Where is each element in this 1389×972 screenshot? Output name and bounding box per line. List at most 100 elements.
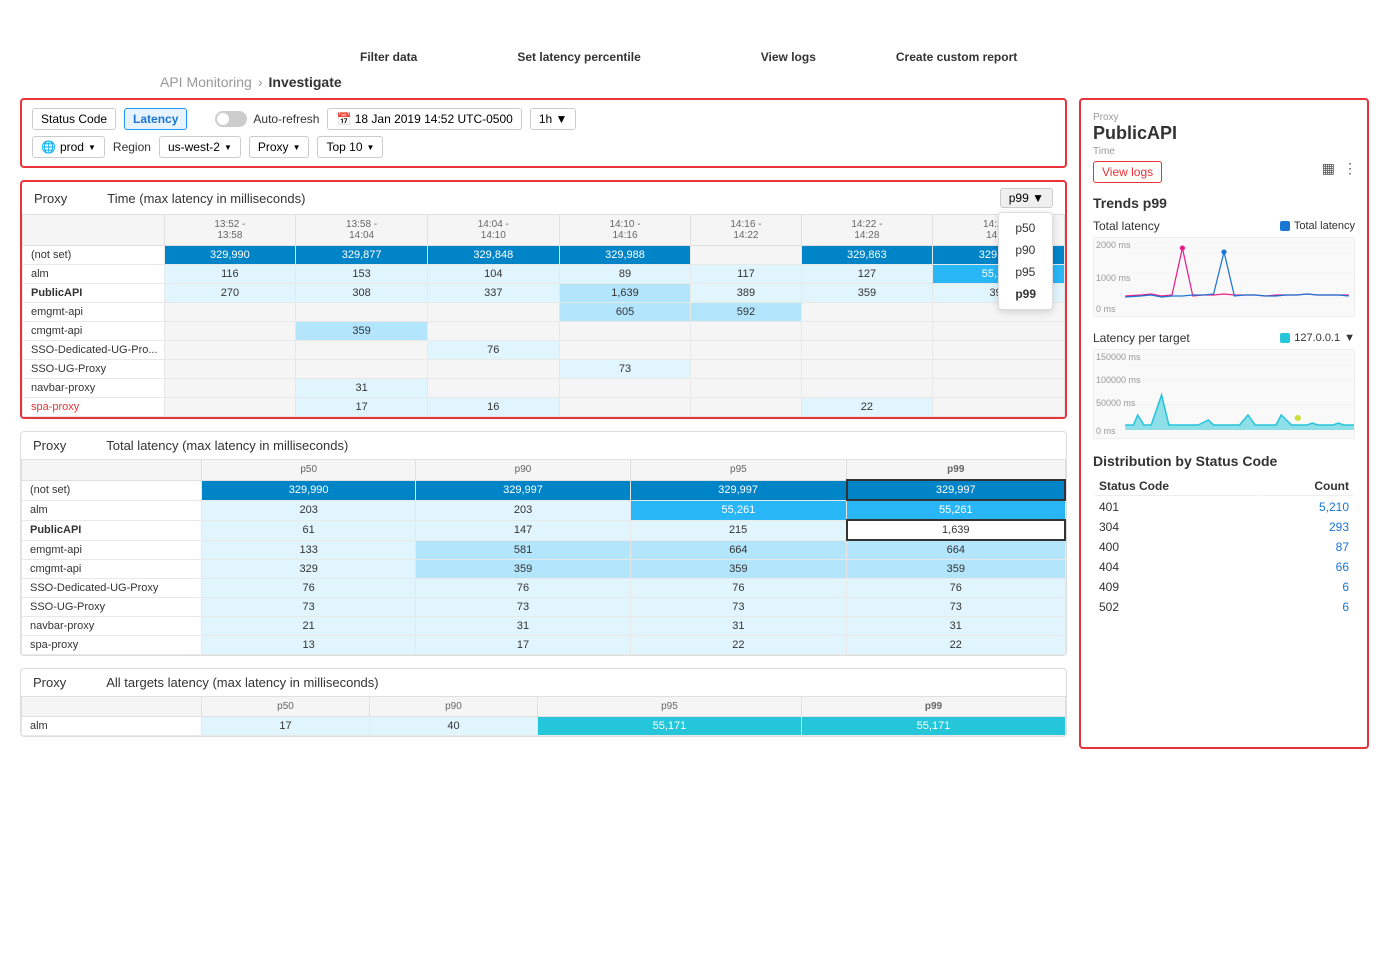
time-latency-table: 13:52 -13:58 13:58 -14:04 14:04 -14:10 1… [22, 214, 1065, 417]
target-dropdown-arrow[interactable]: ▼ [1344, 332, 1355, 344]
table-cell: 133 [202, 540, 416, 560]
table-row: emgmt-api 133 581 664 664 [22, 540, 1066, 560]
table-cell [933, 322, 1065, 341]
table-cell: 22 [801, 398, 933, 417]
dist-code: 502 [1095, 598, 1261, 616]
dist-count: 6 [1263, 598, 1354, 616]
table-cell: 13 [202, 636, 416, 655]
table-cell: 73 [416, 598, 630, 617]
table-cell: 17 [296, 398, 428, 417]
table-cell: 17 [202, 717, 370, 736]
target-legend-label: 127.0.0.1 [1294, 332, 1340, 344]
latency-button[interactable]: Latency [124, 108, 187, 130]
table-cell: 1,639 [847, 520, 1065, 540]
status-code-button[interactable]: Status Code [32, 108, 116, 130]
proxy-name: PublicAPI [22, 520, 202, 540]
proxy-name: emgmt-api [22, 540, 202, 560]
dist-count: 5,210 [1263, 498, 1354, 516]
table-cell: 22 [630, 636, 846, 655]
prod-dropdown[interactable]: 🌐 prod [32, 136, 105, 158]
view-logs-button[interactable]: View logs [1093, 161, 1162, 183]
proxy-name: (not set) [22, 480, 202, 500]
total-latency-chart-label: Total latency [1093, 219, 1160, 233]
top10-dropdown[interactable]: Top 10 [317, 136, 383, 158]
table-cell [691, 360, 801, 379]
chart1-y-bot: 0 ms [1096, 304, 1116, 314]
table-cell [427, 379, 559, 398]
proxy-dropdown[interactable]: Proxy [249, 136, 310, 158]
table-cell: 16 [427, 398, 559, 417]
p99-option[interactable]: p99 [999, 283, 1052, 305]
table-cell: 31 [630, 617, 846, 636]
dist-count: 66 [1263, 558, 1354, 576]
table-cell: 329 [202, 560, 416, 579]
th-t5: 14:16 -14:22 [691, 215, 801, 246]
p-selector-dropdown: p50 p90 p95 p99 [998, 212, 1053, 310]
dist-row: 409 6 [1095, 578, 1353, 596]
dist-row: 304 293 [1095, 518, 1353, 536]
p50-option[interactable]: p50 [999, 217, 1052, 239]
auto-refresh-toggle[interactable] [215, 111, 247, 127]
th-proxy [23, 215, 165, 246]
table-cell: 73 [630, 598, 846, 617]
metric-details-icon[interactable]: ▦ [1322, 160, 1335, 177]
table-row: spa-proxy 17 16 22 [23, 398, 1065, 417]
th-proxy3 [22, 697, 202, 717]
dist-count: 293 [1263, 518, 1354, 536]
table-cell [933, 360, 1065, 379]
region-dropdown[interactable]: us-west-2 [159, 136, 241, 158]
table-cell: 329,997 [847, 480, 1065, 500]
proxy-name: navbar-proxy [22, 617, 202, 636]
total-latency-legend-label: Total latency [1294, 220, 1355, 232]
table-cell: 76 [202, 579, 416, 598]
region-label: Region [113, 140, 151, 154]
dist-col2-header: Count [1263, 477, 1354, 496]
table-cell [691, 379, 801, 398]
table-row: emgmt-api 605 592 [23, 303, 1065, 322]
table-cell: 329,997 [416, 480, 630, 500]
time-range-button[interactable]: 1h ▼ [530, 108, 577, 130]
dist-count: 6 [1263, 578, 1354, 596]
date-picker-button[interactable]: 📅 18 Jan 2019 14:52 UTC-0500 [327, 108, 521, 130]
total-latency-chart: 2000 ms 1000 ms 0 ms [1093, 237, 1355, 317]
chart1-y-mid: 1000 ms [1096, 273, 1131, 283]
table-cell: 329,997 [630, 480, 846, 500]
more-options-icon[interactable]: ⋮ [1343, 160, 1357, 177]
table-cell: 329,863 [801, 246, 933, 265]
table-cell [559, 322, 691, 341]
dist-title: Distribution by Status Code [1093, 453, 1355, 469]
view-logs-annotation: View logs [761, 50, 816, 64]
table-cell: 40 [369, 717, 537, 736]
p90-option[interactable]: p90 [999, 239, 1052, 261]
chart1-y-top: 2000 ms [1096, 240, 1131, 250]
table-cell [427, 360, 559, 379]
total-latency-svg [1094, 238, 1354, 308]
table-cell: 55,171 [537, 717, 801, 736]
table-cell: 147 [416, 520, 630, 540]
dist-code: 400 [1095, 538, 1261, 556]
breadcrumb-arrow: › [258, 74, 263, 90]
table-cell [933, 398, 1065, 417]
proxy-name: spa-proxy [22, 636, 202, 655]
table-cell [164, 398, 296, 417]
p95-option[interactable]: p95 [999, 261, 1052, 283]
table1-proxy-header: Proxy [34, 191, 67, 206]
right-panel: ▦ ⋮ Proxy PublicAPI Time View logs Trend… [1079, 98, 1369, 749]
table1-title: Time (max latency in milliseconds) [107, 191, 305, 206]
table-cell: 55,261 [847, 500, 1065, 520]
latency-per-target-section: Latency per target 127.0.0.1 ▼ 150000 ms… [1093, 331, 1355, 439]
table-cell [801, 322, 933, 341]
table-cell: 329,988 [559, 246, 691, 265]
table-cell [801, 360, 933, 379]
chart2-y-low: 50000 ms [1096, 398, 1136, 408]
table-cell [164, 303, 296, 322]
p99-selector-button[interactable]: p99 ▼ [1000, 188, 1053, 208]
table-row: SSO-Dedicated-UG-Proxy 76 76 76 76 [22, 579, 1066, 598]
distribution-table: Status Code Count 401 5,210 304 293 400 [1093, 475, 1355, 618]
table-row: navbar-proxy 21 31 31 31 [22, 617, 1066, 636]
dist-row: 404 66 [1095, 558, 1353, 576]
table-cell [801, 341, 933, 360]
table-cell: 76 [630, 579, 846, 598]
table-cell: 153 [296, 265, 428, 284]
proxy-name: alm [23, 265, 165, 284]
